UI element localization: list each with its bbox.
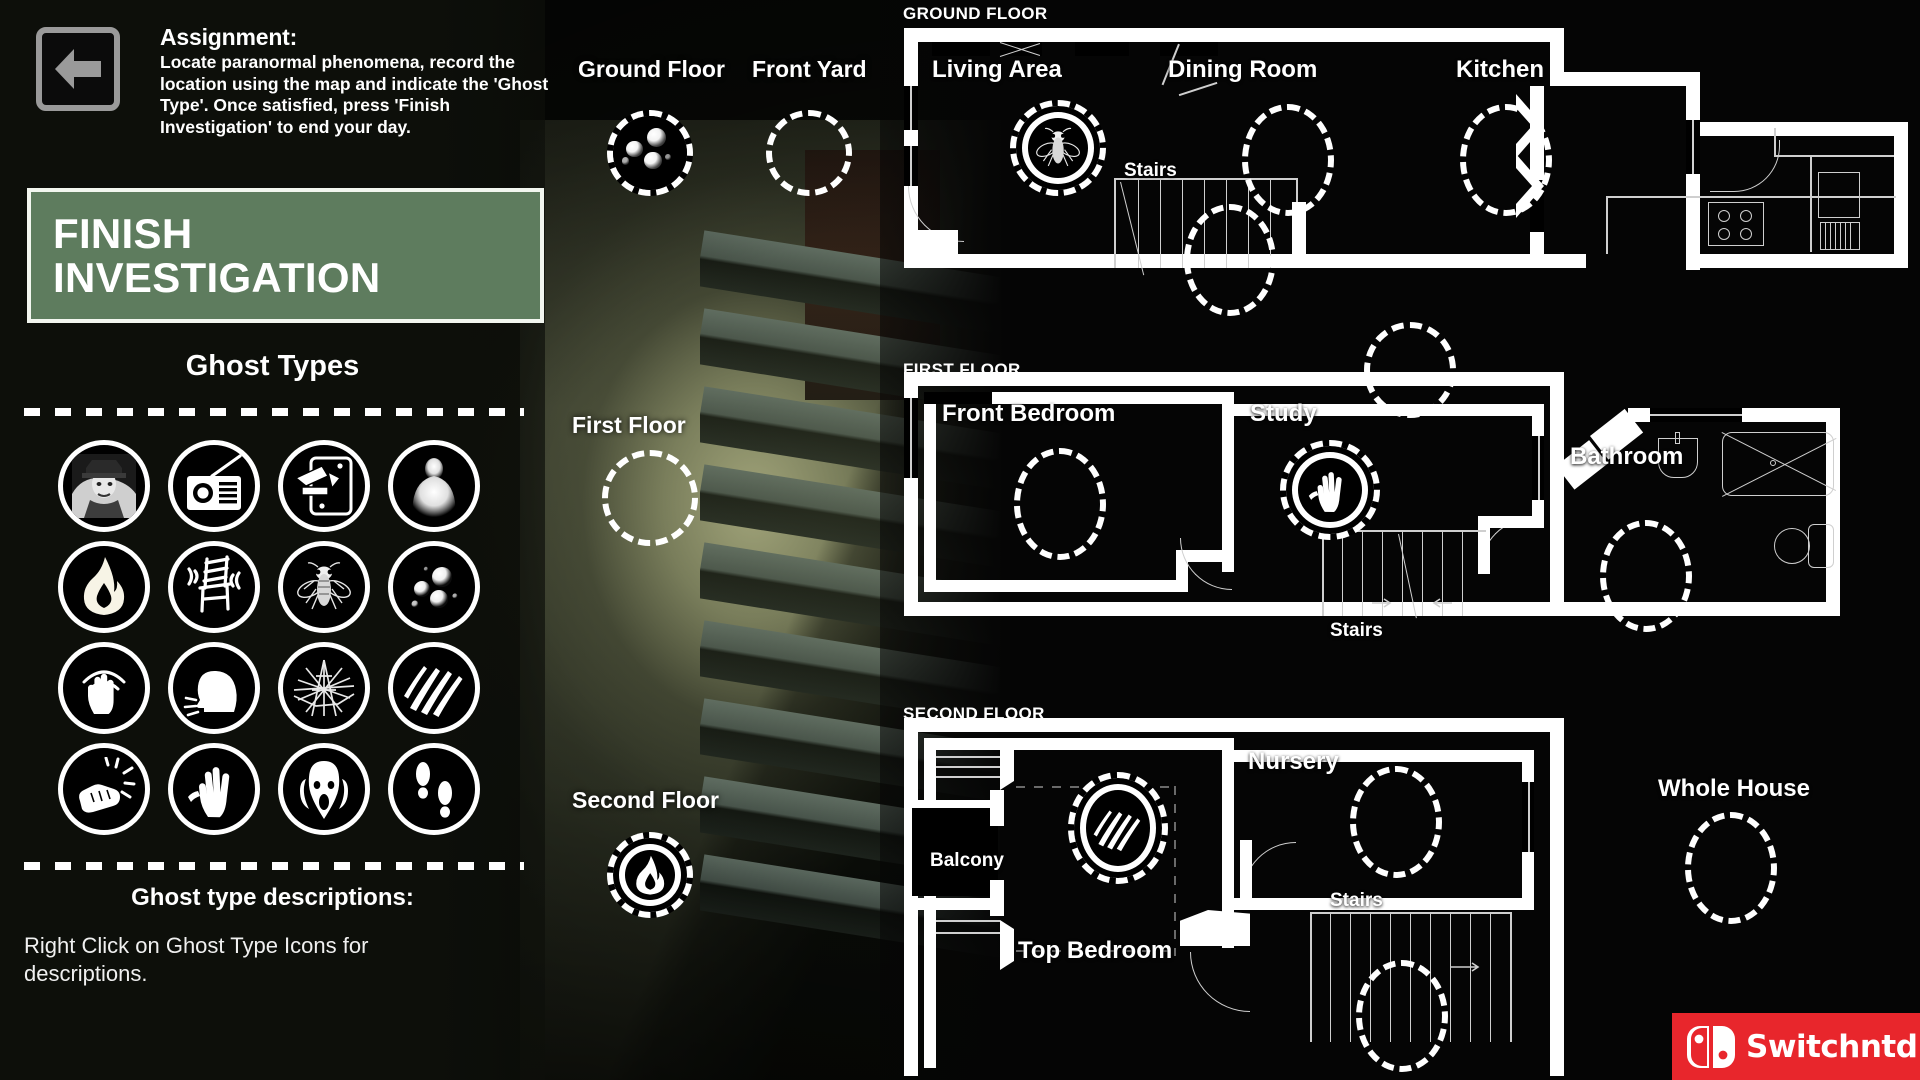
switch-logo-icon <box>1686 1025 1736 1069</box>
phone-writing-icon <box>294 456 353 516</box>
marker-label-ground-floor: Ground Floor <box>578 56 725 82</box>
ghost-type-orbs[interactable] <box>388 541 480 633</box>
room-marker-kitchen[interactable] <box>1460 104 1552 216</box>
location-marker-first-floor[interactable] <box>602 450 698 546</box>
divider-bottom <box>24 862 524 870</box>
orbs-icon <box>613 116 687 190</box>
room-label-top-bedroom: Top Bedroom <box>1018 937 1173 964</box>
watermark: Switchntd.com <box>1672 1013 1920 1080</box>
room-marker-top-bedroom[interactable] <box>1068 772 1168 884</box>
shaking-chair-icon <box>187 555 241 613</box>
watermark-text: Switchntd.com <box>1746 1028 1920 1065</box>
scratches-icon <box>1074 778 1162 878</box>
room-label-stairs-second: Stairs <box>1330 890 1383 911</box>
ghost-type-phone-writing[interactable] <box>278 440 370 532</box>
back-button[interactable] <box>36 27 120 111</box>
ghost-type-fly[interactable] <box>278 541 370 633</box>
ghost-type-radio[interactable] <box>168 440 260 532</box>
broken-glass-icon <box>293 659 355 717</box>
arrow-left-icon <box>55 49 101 89</box>
ghost-type-scratches[interactable] <box>388 642 480 734</box>
fly-icon <box>297 562 351 610</box>
orbs-icon <box>402 555 466 619</box>
room-label-kitchen: Kitchen <box>1456 56 1545 83</box>
whole-house-marker[interactable] <box>1685 812 1777 924</box>
ghost-type-knock-fist[interactable] <box>58 743 150 835</box>
assignment-block: Assignment: Locate paranormal phenomena,… <box>160 24 550 139</box>
left-panel: Assignment: Locate paranormal phenomena,… <box>0 0 560 1080</box>
finish-investigation-button[interactable]: FINISH INVESTIGATION <box>27 188 544 323</box>
room-label-front-bedroom: Front Bedroom <box>942 400 1116 427</box>
touch-hand-icon <box>82 670 126 714</box>
knock-fist-icon <box>79 757 136 813</box>
footprints-icon <box>416 762 452 818</box>
assignment-body: Locate paranormal phenomena, record the … <box>160 52 549 138</box>
ghost-type-shaking-chair[interactable] <box>168 541 260 633</box>
apparition-icon <box>72 454 136 518</box>
room-marker-stairs-second[interactable] <box>1356 960 1448 1072</box>
descriptions-text: Right Click on Ghost Type Icons for desc… <box>24 933 369 986</box>
room-label-stairs-first: Stairs <box>1330 620 1383 641</box>
ghost-type-footprints[interactable] <box>388 743 480 835</box>
room-marker-dining-room[interactable] <box>1242 104 1334 216</box>
scream-icon <box>300 761 348 819</box>
scratches-icon <box>404 666 463 717</box>
room-marker-bathroom[interactable] <box>1600 520 1692 632</box>
marker-label-first-floor: First Floor <box>572 412 686 438</box>
room-marker-stairs-ground[interactable] <box>1184 204 1276 316</box>
radio-icon <box>187 454 242 510</box>
whisper-head-icon <box>183 670 237 717</box>
room-marker-nursery[interactable] <box>1350 766 1442 878</box>
figure-icon <box>402 454 466 518</box>
ghost-type-apparition[interactable] <box>58 440 150 532</box>
ghost-type-handprint[interactable] <box>168 743 260 835</box>
room-label-balcony: Balcony <box>930 850 1004 871</box>
location-marker-second-floor[interactable] <box>607 832 693 918</box>
assignment-title: Assignment: <box>160 24 298 50</box>
finish-line-1: FINISH <box>53 210 193 258</box>
ghost-types-title: Ghost Types <box>185 350 360 382</box>
room-label-dining-room: Dining Room <box>1168 56 1318 83</box>
finish-line-2: INVESTIGATION <box>53 253 381 301</box>
ghost-type-whisper-head[interactable] <box>168 642 260 734</box>
divider-top <box>24 408 524 416</box>
handprint-icon <box>188 767 230 818</box>
room-label-study: Study <box>1250 400 1317 427</box>
ghost-type-broken-glass[interactable] <box>278 642 370 734</box>
floor-maps: GROUND FLOOR Living Area Dining Room Kit… <box>890 0 1920 1080</box>
descriptions-title: Ghost type descriptions: <box>131 884 414 911</box>
fire-icon <box>83 557 125 615</box>
room-label-nursery: Nursery <box>1248 748 1339 775</box>
ghost-type-figure[interactable] <box>388 440 480 532</box>
room-marker-stairs-first[interactable] <box>1364 322 1456 418</box>
ghost-type-touch-hand[interactable] <box>58 642 150 734</box>
room-marker-study[interactable] <box>1280 440 1380 540</box>
handprint-icon <box>1286 446 1374 534</box>
location-marker-ground-floor[interactable] <box>607 110 693 196</box>
fly-icon <box>1016 106 1100 190</box>
stairs-direction-arrows <box>1372 596 1452 615</box>
stairs-direction-arrow <box>1450 960 1486 979</box>
fire-icon <box>613 838 687 912</box>
ghost-type-scream[interactable] <box>278 743 370 835</box>
interior-guide-line <box>1174 786 1176 956</box>
room-label-stairs-ground: Stairs <box>1124 160 1177 181</box>
ghost-type-fire[interactable] <box>58 541 150 633</box>
whole-house-label: Whole House <box>1658 775 1811 802</box>
location-marker-front-yard[interactable] <box>766 110 852 196</box>
room-label-living-area: Living Area <box>932 56 1062 83</box>
ghost-type-grid <box>58 440 498 844</box>
room-label-bathroom: Bathroom <box>1570 443 1684 470</box>
room-marker-front-bedroom[interactable] <box>1014 448 1106 560</box>
floor-caption-ground: GROUND FLOOR <box>903 4 1048 23</box>
room-marker-living-area[interactable] <box>1010 100 1106 196</box>
marker-label-front-yard: Front Yard <box>752 56 867 82</box>
marker-label-second-floor: Second Floor <box>572 787 719 813</box>
